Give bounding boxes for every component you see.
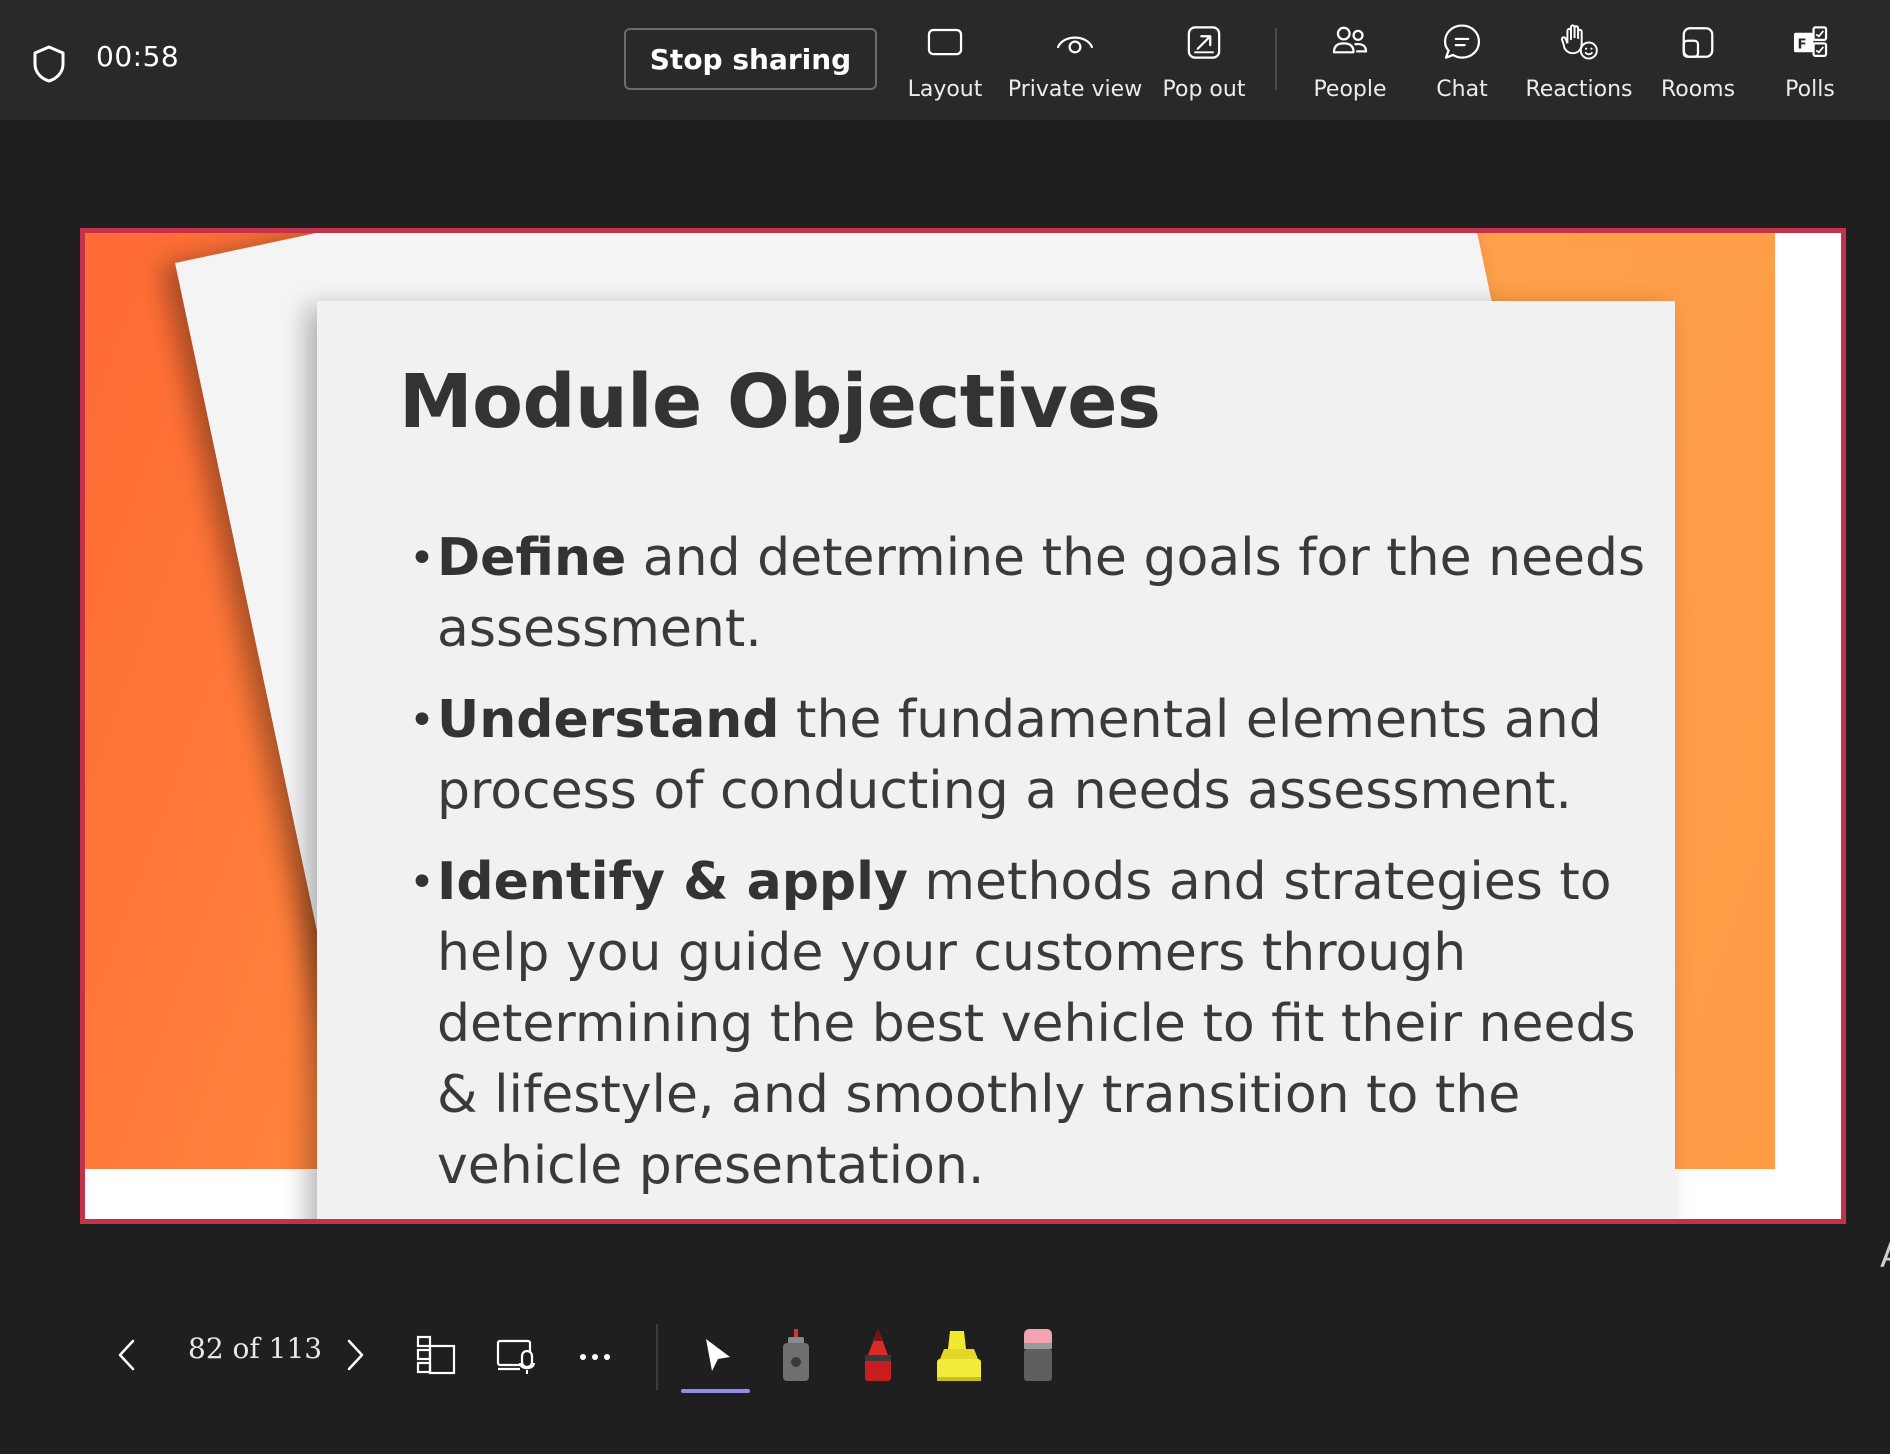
private-view-button[interactable]: Private view	[1007, 22, 1143, 102]
presenter-controls: 82 of 113	[0, 1300, 1890, 1410]
people-label: People	[1313, 77, 1387, 102]
meeting-toolbar: 00:58 Stop sharing Layout Private view P…	[0, 0, 1890, 120]
red-pen-button[interactable]	[850, 1300, 906, 1410]
layout-label: Layout	[907, 77, 983, 102]
toolbar-divider	[1275, 28, 1277, 90]
laser-pointer-icon	[783, 1329, 809, 1381]
more-options-button[interactable]	[567, 1300, 623, 1410]
eraser-button[interactable]	[1010, 1300, 1066, 1410]
svg-text:F: F	[1798, 38, 1807, 53]
next-slide-button[interactable]	[326, 1300, 382, 1410]
chat-icon	[1443, 24, 1481, 59]
stop-sharing-button[interactable]: Stop sharing	[624, 28, 877, 90]
previous-slide-button[interactable]	[100, 1300, 156, 1410]
bullet-bold-text: Understand	[437, 690, 780, 750]
rooms-label: Rooms	[1660, 77, 1736, 102]
highlighter-icon	[937, 1331, 981, 1381]
more-dots-icon	[580, 1354, 610, 1360]
eye-icon	[1056, 36, 1094, 54]
chevron-left-icon	[118, 1339, 135, 1371]
slide-bullet: • Understand the fundamental elements and…	[409, 685, 1689, 827]
rooms-button[interactable]: Rooms	[1633, 22, 1763, 102]
pointer-tool-button[interactable]	[688, 1300, 744, 1410]
people-button[interactable]: People	[1285, 22, 1415, 102]
slide-grid-icon	[416, 1335, 456, 1375]
edge-text-fragment: A	[1880, 1236, 1890, 1276]
pop-out-button[interactable]: Pop out	[1139, 22, 1269, 102]
laser-pointer-button[interactable]	[769, 1300, 825, 1410]
bullet-bold-text: Identify & apply	[437, 852, 908, 912]
layout-button[interactable]: Layout	[880, 22, 1010, 102]
shared-slide-frame[interactable]: Module Objectives • Define and determine …	[80, 228, 1846, 1224]
layout-icon	[927, 28, 963, 56]
bullet-dot: •	[409, 533, 435, 584]
shield-icon	[33, 45, 65, 83]
slide-bullet: • Identify & apply methods and strategies…	[409, 847, 1689, 1202]
private-view-label: Private view	[1007, 77, 1143, 102]
pointer-icon	[706, 1339, 730, 1371]
meeting-timer: 00:58	[96, 40, 180, 73]
reactions-icon	[1560, 24, 1598, 60]
chat-button[interactable]: Chat	[1397, 22, 1527, 102]
presenter-view-button[interactable]	[488, 1300, 544, 1410]
eraser-icon	[1024, 1329, 1052, 1381]
presenter-view-icon	[496, 1339, 535, 1374]
bullet-dot: •	[409, 857, 435, 908]
polls-label: Polls	[1785, 77, 1835, 102]
slide-page-counter: 82 of 113	[188, 1332, 323, 1365]
chevron-right-icon	[347, 1339, 364, 1371]
bullet-dot: •	[409, 695, 435, 746]
pop-out-icon	[1187, 26, 1221, 59]
rooms-icon	[1682, 27, 1714, 58]
people-icon	[1332, 26, 1368, 54]
reactions-label: Reactions	[1525, 77, 1633, 102]
reactions-button[interactable]: Reactions	[1514, 22, 1644, 102]
highlighter-button[interactable]	[931, 1300, 987, 1410]
polls-icon: F	[1793, 26, 1828, 57]
active-tool-indicator	[681, 1389, 750, 1393]
bullet-bold-text: Define	[437, 528, 627, 588]
slide-title: Module Objectives	[399, 359, 1161, 445]
polls-button[interactable]: F Polls	[1745, 22, 1875, 102]
pop-out-label: Pop out	[1162, 77, 1246, 102]
slide-bullet-list: • Define and determine the goals for the …	[409, 523, 1689, 1219]
red-pen-icon	[865, 1329, 891, 1381]
slide-bullet: • Define and determine the goals for the …	[409, 523, 1689, 665]
bottombar-divider	[656, 1324, 658, 1390]
chat-label: Chat	[1436, 77, 1488, 102]
slide-grid-button[interactable]	[408, 1300, 464, 1410]
